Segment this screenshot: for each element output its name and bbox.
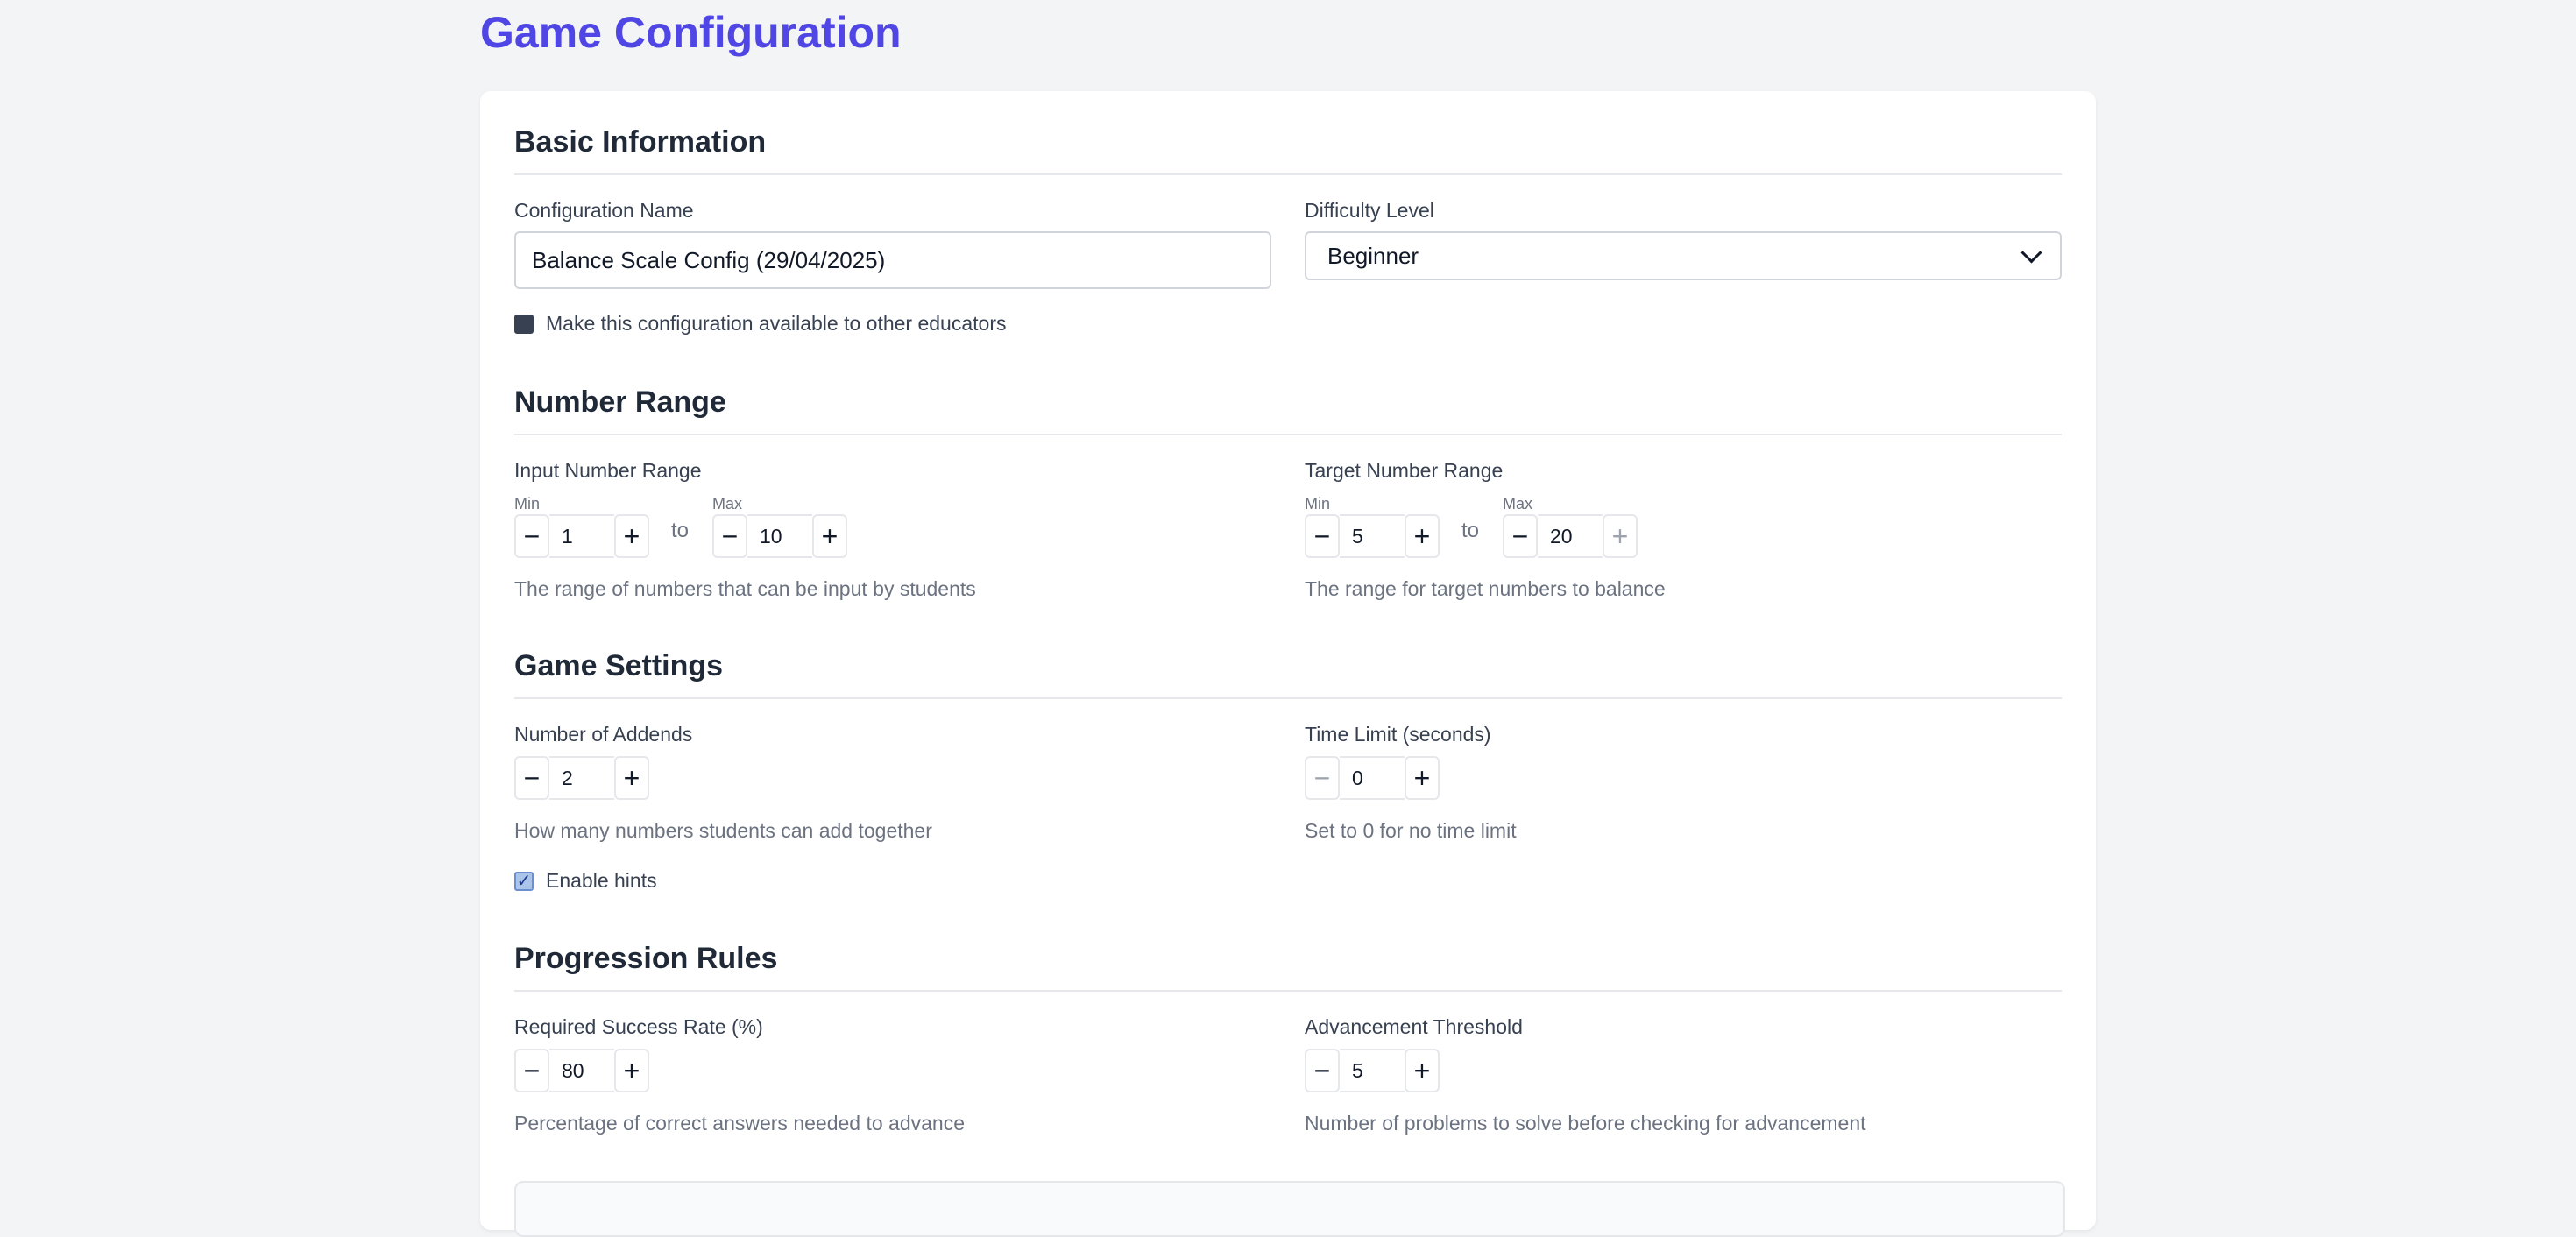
config-card: Basic Information Configuration Name Dif… — [480, 91, 2096, 1237]
decrement-button[interactable]: − — [514, 514, 549, 558]
section-title-game-settings: Game Settings — [514, 648, 2062, 699]
input-max-stepper[interactable]: − 10 + — [712, 513, 847, 559]
target-min-value[interactable]: 5 — [1340, 514, 1405, 558]
target-min-stepper[interactable]: − 5 + — [1305, 513, 1440, 559]
input-range-label: Input Number Range — [514, 459, 702, 482]
increment-button[interactable]: + — [1603, 514, 1638, 558]
section-title-progression: Progression Rules — [514, 941, 2062, 992]
increment-button[interactable]: + — [812, 514, 847, 558]
input-max-value[interactable]: 10 — [747, 514, 812, 558]
increment-button[interactable]: + — [1405, 1049, 1440, 1092]
decrement-button[interactable]: − — [1305, 1049, 1340, 1092]
threshold-stepper[interactable]: − 5 + — [1305, 1048, 1440, 1093]
share-label: Make this configuration available to oth… — [546, 312, 1007, 335]
hints-checkbox[interactable]: ✓ — [514, 871, 534, 891]
input-min-label: Min — [514, 495, 541, 512]
difficulty-select[interactable]: Beginner — [1305, 231, 2062, 280]
config-name-label: Configuration Name — [514, 199, 694, 222]
increment-button[interactable]: + — [614, 1049, 649, 1092]
share-checkbox-row[interactable]: Make this configuration available to oth… — [514, 312, 1006, 336]
increment-button[interactable]: + — [614, 756, 649, 800]
difficulty-value: Beginner — [1327, 242, 1419, 269]
target-max-value[interactable]: 20 — [1538, 514, 1603, 558]
success-rate-value[interactable]: 80 — [549, 1049, 614, 1092]
input-max-label: Max — [712, 495, 743, 512]
success-rate-help: Percentage of correct answers needed to … — [514, 1112, 965, 1135]
increment-button[interactable]: + — [1405, 756, 1440, 800]
addends-help: How many numbers students can add togeth… — [514, 819, 932, 842]
threshold-help: Number of problems to solve before check… — [1305, 1112, 1866, 1135]
target-range-label: Target Number Range — [1305, 459, 1504, 482]
time-limit-value[interactable]: 0 — [1340, 756, 1405, 800]
target-range-help: The range for target numbers to balance — [1305, 577, 1666, 600]
increment-button[interactable]: + — [1405, 514, 1440, 558]
hints-label: Enable hints — [546, 869, 657, 892]
target-min-label: Min — [1305, 495, 1331, 512]
increment-button[interactable]: + — [614, 514, 649, 558]
next-section-box — [514, 1181, 2065, 1237]
target-max-stepper[interactable]: − 20 + — [1503, 513, 1638, 559]
input-min-stepper[interactable]: − 1 + — [514, 513, 649, 559]
hints-checkbox-row[interactable]: ✓ Enable hints — [514, 869, 657, 893]
time-limit-label: Time Limit (seconds) — [1305, 723, 1491, 746]
addends-stepper[interactable]: − 2 + — [514, 755, 649, 801]
decrement-button[interactable]: − — [712, 514, 747, 558]
config-name-input[interactable] — [514, 231, 1271, 289]
decrement-button[interactable]: − — [1305, 756, 1340, 800]
threshold-label: Advancement Threshold — [1305, 1015, 1523, 1038]
decrement-button[interactable]: − — [514, 1049, 549, 1092]
success-rate-label: Required Success Rate (%) — [514, 1015, 763, 1038]
time-limit-help: Set to 0 for no time limit — [1305, 819, 1517, 842]
decrement-button[interactable]: − — [514, 756, 549, 800]
input-range-help: The range of numbers that can be input b… — [514, 577, 976, 600]
success-rate-stepper[interactable]: − 80 + — [514, 1048, 649, 1093]
decrement-button[interactable]: − — [1503, 514, 1538, 558]
share-checkbox[interactable] — [514, 314, 534, 334]
page-title: Game Configuration — [480, 8, 902, 57]
input-min-value[interactable]: 1 — [549, 514, 614, 558]
decrement-button[interactable]: − — [1305, 514, 1340, 558]
time-limit-stepper[interactable]: − 0 + — [1305, 755, 1440, 801]
chevron-down-icon — [2020, 241, 2042, 264]
to-label: to — [1461, 519, 1480, 542]
addends-label: Number of Addends — [514, 723, 693, 746]
difficulty-label: Difficulty Level — [1305, 199, 1434, 222]
section-title-basic: Basic Information — [514, 124, 2062, 175]
to-label: to — [671, 519, 690, 542]
threshold-value[interactable]: 5 — [1340, 1049, 1405, 1092]
addends-value[interactable]: 2 — [549, 756, 614, 800]
target-max-label: Max — [1503, 495, 1533, 512]
section-title-number-range: Number Range — [514, 385, 2062, 435]
